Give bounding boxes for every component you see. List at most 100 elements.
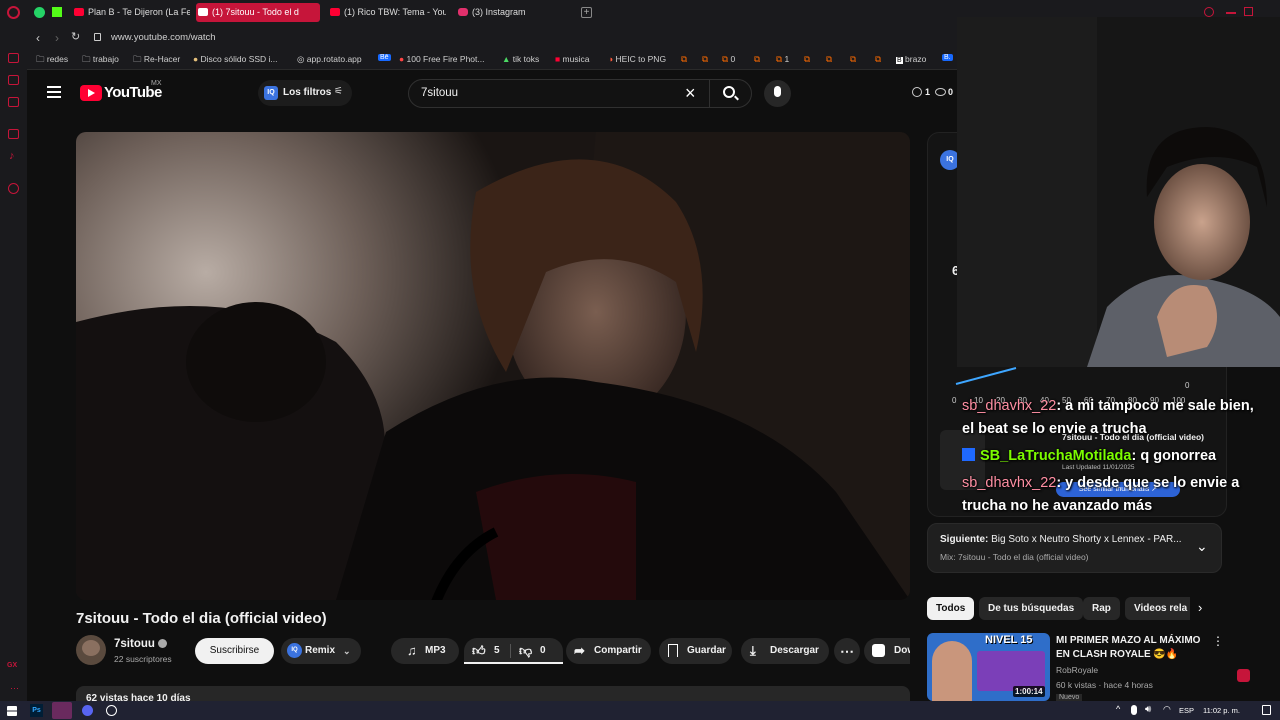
wifi-tray-icon[interactable]: ◠ xyxy=(1163,704,1171,715)
behance-bookmark-icon[interactable]: Bē xyxy=(378,54,391,61)
extension-download-button[interactable]: Downlo xyxy=(864,638,910,664)
browser-sidebar: ♪ GX ⋯ xyxy=(0,25,27,701)
bookmark-icon[interactable]: ⧉ xyxy=(754,54,760,65)
voice-search-button[interactable] xyxy=(764,80,791,107)
bookmark-link[interactable]: ⧉ 1 xyxy=(776,54,789,65)
minimize-icon[interactable] xyxy=(1226,12,1236,14)
chip-rap[interactable]: Rap xyxy=(1083,597,1120,620)
share-button[interactable]: ➦ Compartir xyxy=(566,638,651,664)
up-next-box[interactable]: Siguiente: Big Soto x Neutro Shorty x Le… xyxy=(927,523,1222,573)
dislike-count[interactable]: 0 xyxy=(540,638,546,664)
subscribe-button[interactable]: Suscribirse xyxy=(195,638,274,664)
dislike-icon[interactable]: 👎︎ xyxy=(519,638,532,664)
chip-from-searches[interactable]: De tus búsquedas xyxy=(979,597,1084,620)
bookmark-link[interactable]: ● Disco sólido SSD i... xyxy=(193,54,278,64)
video-frame xyxy=(76,132,910,600)
bookmark-icon[interactable]: ⧉ xyxy=(702,54,708,65)
remix-button[interactable]: IQ Remix ⌄ xyxy=(281,638,361,664)
save-button[interactable]: Guardar xyxy=(659,638,732,664)
webcam-overlay xyxy=(957,17,1280,367)
maximize-icon[interactable] xyxy=(1244,7,1253,16)
search-button[interactable] xyxy=(709,80,753,107)
filters-button[interactable]: IQ Los filtros ⚟ xyxy=(258,80,352,106)
windows-start-icon[interactable] xyxy=(7,706,17,716)
bookmark-link[interactable]: ■ musica xyxy=(555,54,589,64)
more-vert-icon[interactable]: ⋮ xyxy=(1212,634,1224,648)
tab-instagram[interactable]: (3) Instagram xyxy=(456,3,566,22)
floating-app-icon[interactable] xyxy=(1237,669,1250,682)
new-badge: Nuevo xyxy=(1056,694,1083,701)
bookmark-icon[interactable]: ⧉ xyxy=(681,54,687,65)
gx-corner-icon[interactable]: GX xyxy=(7,662,17,669)
kick-icon[interactable] xyxy=(52,7,62,17)
discord-icon[interactable] xyxy=(82,705,93,716)
recommended-title[interactable]: MI PRIMER MAZO AL MÁXIMO EN CLASH ROYALE… xyxy=(1056,634,1200,662)
tray-chevron-icon[interactable]: ^ xyxy=(1116,704,1120,714)
bookmark-icon[interactable]: ⧉ xyxy=(804,54,810,65)
like-count[interactable]: 5 xyxy=(494,638,500,664)
bookmark-link[interactable]: B brazo xyxy=(896,54,926,64)
channel-name[interactable]: 7sitouu xyxy=(114,638,168,650)
eye-icon[interactable] xyxy=(935,88,946,96)
whatsapp-icon[interactable] xyxy=(34,7,45,18)
bookmark-folder[interactable]: 🗀 redes xyxy=(36,54,68,68)
chip-related[interactable]: Videos rela xyxy=(1125,597,1190,620)
tab-plan-b[interactable]: Plan B - Te Dijeron (La Fe xyxy=(72,3,190,22)
more-actions-button[interactable]: ⋯ xyxy=(834,638,860,664)
photoshop-icon[interactable]: Ps xyxy=(30,704,43,717)
mic-tray-icon[interactable] xyxy=(1131,705,1137,715)
notification-icon[interactable] xyxy=(1262,705,1271,715)
bookmark-icon xyxy=(668,644,678,657)
search-tabs-icon[interactable] xyxy=(1204,7,1214,17)
description-box[interactable]: 62 vistas hace 10 días xyxy=(76,686,910,701)
more-icon[interactable]: ⋯ xyxy=(10,683,19,694)
language-indicator[interactable]: ESP xyxy=(1179,706,1194,715)
bag-icon[interactable] xyxy=(8,75,19,85)
bookmark-link[interactable]: ◑ HEIC to PNG xyxy=(608,54,666,64)
reload-icon[interactable]: ↻ xyxy=(71,30,80,43)
bookmark-link[interactable]: ⧉ 0 xyxy=(722,54,735,65)
download-button[interactable]: ⤓ Descargar xyxy=(741,638,829,664)
forward-icon[interactable]: › xyxy=(55,31,59,45)
clock-text[interactable]: 11:02 p. m. xyxy=(1203,706,1240,715)
bookmark-icon[interactable]: ⧉ xyxy=(850,54,856,65)
recommended-thumbnail[interactable]: NIVEL 15 1:00:14 xyxy=(927,633,1050,701)
channel-avatar[interactable] xyxy=(76,635,106,665)
bookmark-link[interactable]: ● 100 Free Fire Phot... xyxy=(399,54,484,64)
bookmark-folder[interactable]: 🗀 Re-Hacer xyxy=(133,54,180,68)
url-field[interactable]: www.youtube.com/watch xyxy=(111,32,216,43)
chip-all[interactable]: Todos xyxy=(927,597,975,620)
recommended-channel[interactable]: RobRoyale xyxy=(1056,665,1098,675)
bookmark-link[interactable]: ▲ tik toks xyxy=(502,54,539,64)
messenger-icon[interactable] xyxy=(8,53,19,63)
new-tab-button[interactable]: + xyxy=(581,7,592,18)
bookmark-folder[interactable]: 🗀 trabajo xyxy=(82,54,119,68)
like-icon[interactable]: 👍︎ xyxy=(472,638,486,664)
twitch-icon[interactable] xyxy=(8,129,19,139)
volume-tray-icon[interactable]: 🔊︎ xyxy=(1145,704,1151,715)
chevron-right-icon[interactable]: › xyxy=(1198,600,1202,615)
youtube-logo-icon[interactable] xyxy=(80,85,102,101)
bookmark-link[interactable]: ◎ app.rotato.app xyxy=(297,54,362,65)
opera-logo-icon[interactable] xyxy=(7,6,20,19)
tab-rico-tbw[interactable]: (1) Rico TBW: Tema - You xyxy=(328,3,446,22)
chevron-down-icon[interactable]: ⌄ xyxy=(1196,538,1208,555)
bookmark-icon[interactable]: ⧉ xyxy=(826,54,832,65)
tab-7sitouu[interactable]: (1) 7sitouu - Todo el d xyxy=(196,3,320,22)
search-input[interactable]: 7sitouu xyxy=(421,87,458,99)
behance-bookmark-icon[interactable]: B. xyxy=(942,54,953,61)
obs-icon[interactable] xyxy=(106,705,117,716)
views-count: 0 xyxy=(948,87,954,97)
history-icon[interactable] xyxy=(912,87,922,97)
bookmark-icon[interactable]: ⧉ xyxy=(875,54,881,65)
menu-icon[interactable] xyxy=(47,86,61,98)
tiktok-icon[interactable]: ♪ xyxy=(9,150,15,162)
mp3-button[interactable]: ♫ MP3 xyxy=(391,638,459,664)
clear-search-icon[interactable]: × xyxy=(685,83,696,104)
opera-gx-taskbar-icon[interactable] xyxy=(52,702,72,719)
back-icon[interactable]: ‹ xyxy=(36,31,40,45)
search-box: 7sitouu × xyxy=(408,79,752,108)
video-player[interactable] xyxy=(76,132,910,600)
music-icon[interactable] xyxy=(8,97,19,107)
clock-icon[interactable] xyxy=(8,183,19,194)
